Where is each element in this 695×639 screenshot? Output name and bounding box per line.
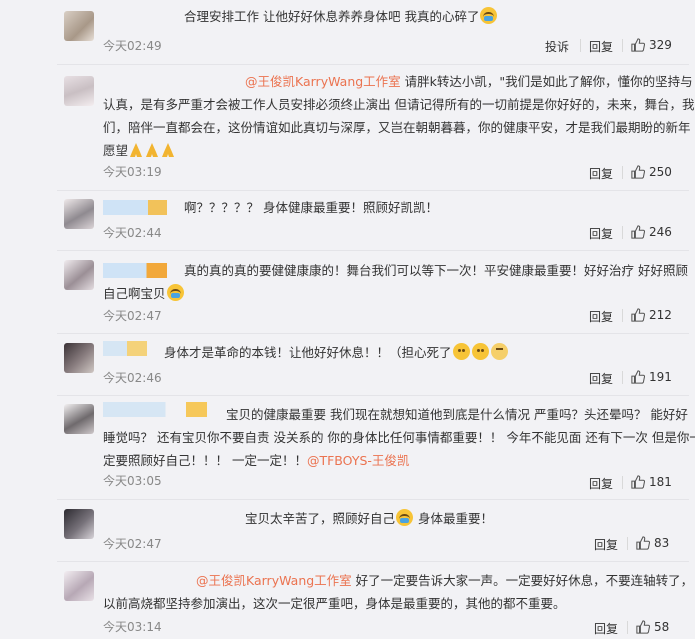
pray-emoji-icon (146, 143, 159, 157)
reply-button[interactable]: 回复 (594, 536, 618, 553)
like-count: 329 (649, 38, 672, 52)
username-badge[interactable] (103, 263, 167, 278)
divider (57, 64, 689, 65)
like-button[interactable]: 329 (631, 38, 672, 52)
like-button[interactable]: 58 (636, 620, 669, 634)
divider (57, 395, 689, 396)
worried-emoji-icon (490, 343, 508, 360)
timestamp: 今天03:19 (103, 165, 162, 179)
reply-button[interactable]: 回复 (589, 225, 613, 242)
crying-emoji-icon (480, 7, 498, 24)
comment-feed: 合理安排工作 让他好好休息养养身体吧 我真的心碎了 今天02:49 投诉 回复 … (0, 0, 695, 639)
avatar[interactable] (64, 11, 94, 41)
like-button[interactable]: 191 (631, 370, 672, 384)
thumbs-up-icon (631, 308, 645, 322)
mention-link[interactable]: @TFBOYS-王俊凯 (307, 453, 409, 468)
like-count: 181 (649, 475, 672, 489)
comment-text-line: 们，陪伴一直都会在，这份情谊如此真切与深厚，又岂在朝朝暮暮，你的健康平安，才是我… (103, 120, 691, 135)
divider (622, 39, 623, 52)
username-badge[interactable] (103, 200, 167, 215)
reply-button[interactable]: 回复 (589, 38, 613, 55)
avatar[interactable] (64, 571, 94, 601)
divider (627, 621, 628, 634)
divider (622, 166, 623, 179)
comment-text: 宝贝的健康最重要 我们现在就想知道他到底是什么情况 严重吗？头还晕吗？ 能好好 (226, 407, 688, 422)
like-button[interactable]: 83 (636, 536, 669, 550)
mention-link[interactable]: @王俊凯KarryWang工作室 (245, 74, 401, 89)
divider (622, 309, 623, 322)
comment-text-line: 以前高烧都坚持参加演出，这次一定很严重吧，身体是最重要的，其他的都不重要。 (103, 596, 566, 611)
like-count: 246 (649, 225, 672, 239)
comment-text-line: 睡觉吗？ 还有宝贝你不要自责 没关系的 你的身体比任何事情都重要！！ 今年不能见… (103, 430, 695, 445)
thumbs-up-icon (636, 536, 650, 550)
divider (57, 333, 689, 334)
thumbs-up-icon (631, 165, 645, 179)
like-button[interactable]: 246 (631, 225, 672, 239)
thumbs-up-icon (631, 475, 645, 489)
comment-text-line: 认真，是有多严重才会被工作人员安排必须终止演出 但请记得所有的一切前提是你好好的… (103, 97, 695, 112)
comment-text: 合理安排工作 让他好好休息养养身体吧 我真的心碎了 (184, 5, 498, 28)
timestamp: 今天02:49 (103, 39, 162, 53)
timestamp: 今天03:05 (103, 474, 162, 488)
crying-laughing-emoji-icon (166, 284, 184, 301)
pray-emoji-icon (162, 143, 175, 157)
reply-button[interactable]: 回复 (589, 370, 613, 387)
report-button[interactable]: 投诉 (545, 38, 569, 55)
timestamp: 今天02:47 (103, 309, 162, 323)
divider (622, 371, 623, 384)
reply-button[interactable]: 回复 (589, 165, 613, 182)
crying-emoji-icon (396, 509, 414, 526)
divider (57, 250, 689, 251)
like-count: 212 (649, 308, 672, 322)
avatar[interactable] (64, 509, 94, 539)
reply-button[interactable]: 回复 (589, 308, 613, 325)
divider (622, 226, 623, 239)
timestamp: 今天03:14 (103, 620, 162, 634)
thumbs-up-icon (631, 38, 645, 52)
like-count: 191 (649, 370, 672, 384)
divider (627, 537, 628, 550)
worried-emoji-icon (452, 343, 470, 360)
divider (622, 476, 623, 489)
avatar[interactable] (64, 260, 94, 290)
thumbs-up-icon (636, 620, 650, 634)
like-count: 83 (654, 536, 670, 550)
comment-text: 啊？？？？？ 身体健康最重要！照顾好凯凯！ (184, 200, 438, 215)
thumbs-up-icon (631, 370, 645, 384)
like-count: 250 (649, 165, 672, 179)
reply-button[interactable]: 回复 (589, 475, 613, 492)
avatar[interactable] (64, 199, 94, 229)
like-button[interactable]: 181 (631, 475, 672, 489)
comment-text: 身体才是革命的本钱！让他好好休息！！（担心死了 (164, 341, 509, 364)
comment-text: @王俊凯KarryWang工作室 请胖k转达小凯，"我们是如此了解你，懂你的坚持… (245, 74, 693, 89)
timestamp: 今天02:44 (103, 226, 162, 240)
comment-text: @王俊凯KarryWang工作室 好了一定要告诉大家一声。一定要好好休息，不要连… (196, 573, 694, 588)
pray-emoji-icon (130, 143, 143, 157)
divider (57, 190, 689, 191)
divider (57, 499, 689, 500)
thumbs-up-icon (631, 225, 645, 239)
comment-text-line: 自己啊宝贝 (103, 282, 185, 305)
mention-link[interactable]: @王俊凯KarryWang工作室 (196, 573, 352, 588)
like-button[interactable]: 212 (631, 308, 672, 322)
avatar[interactable] (64, 404, 94, 434)
timestamp: 今天02:47 (103, 537, 162, 551)
comment-text: 真的真的真的要健健康康的！舞台我们可以等下一次！平安健康最重要！好好治疗 好好照… (184, 263, 688, 278)
comment-text-line: 愿望 (103, 139, 176, 162)
avatar[interactable] (64, 76, 94, 106)
username-badge[interactable] (103, 402, 207, 417)
timestamp: 今天02:46 (103, 371, 162, 385)
worried-emoji-icon (471, 343, 489, 360)
divider (57, 561, 689, 562)
like-button[interactable]: 250 (631, 165, 672, 179)
username-badge[interactable] (103, 341, 147, 356)
reply-button[interactable]: 回复 (594, 620, 618, 637)
comment-text-line: 定要照顾好自己！！！ 一定一定！！@TFBOYS-王俊凯 (103, 453, 410, 468)
comment-text: 宝贝太辛苦了，照顾好自己 身体最重要！ (245, 509, 493, 526)
divider (580, 39, 581, 52)
like-count: 58 (654, 620, 670, 634)
avatar[interactable] (64, 343, 94, 373)
